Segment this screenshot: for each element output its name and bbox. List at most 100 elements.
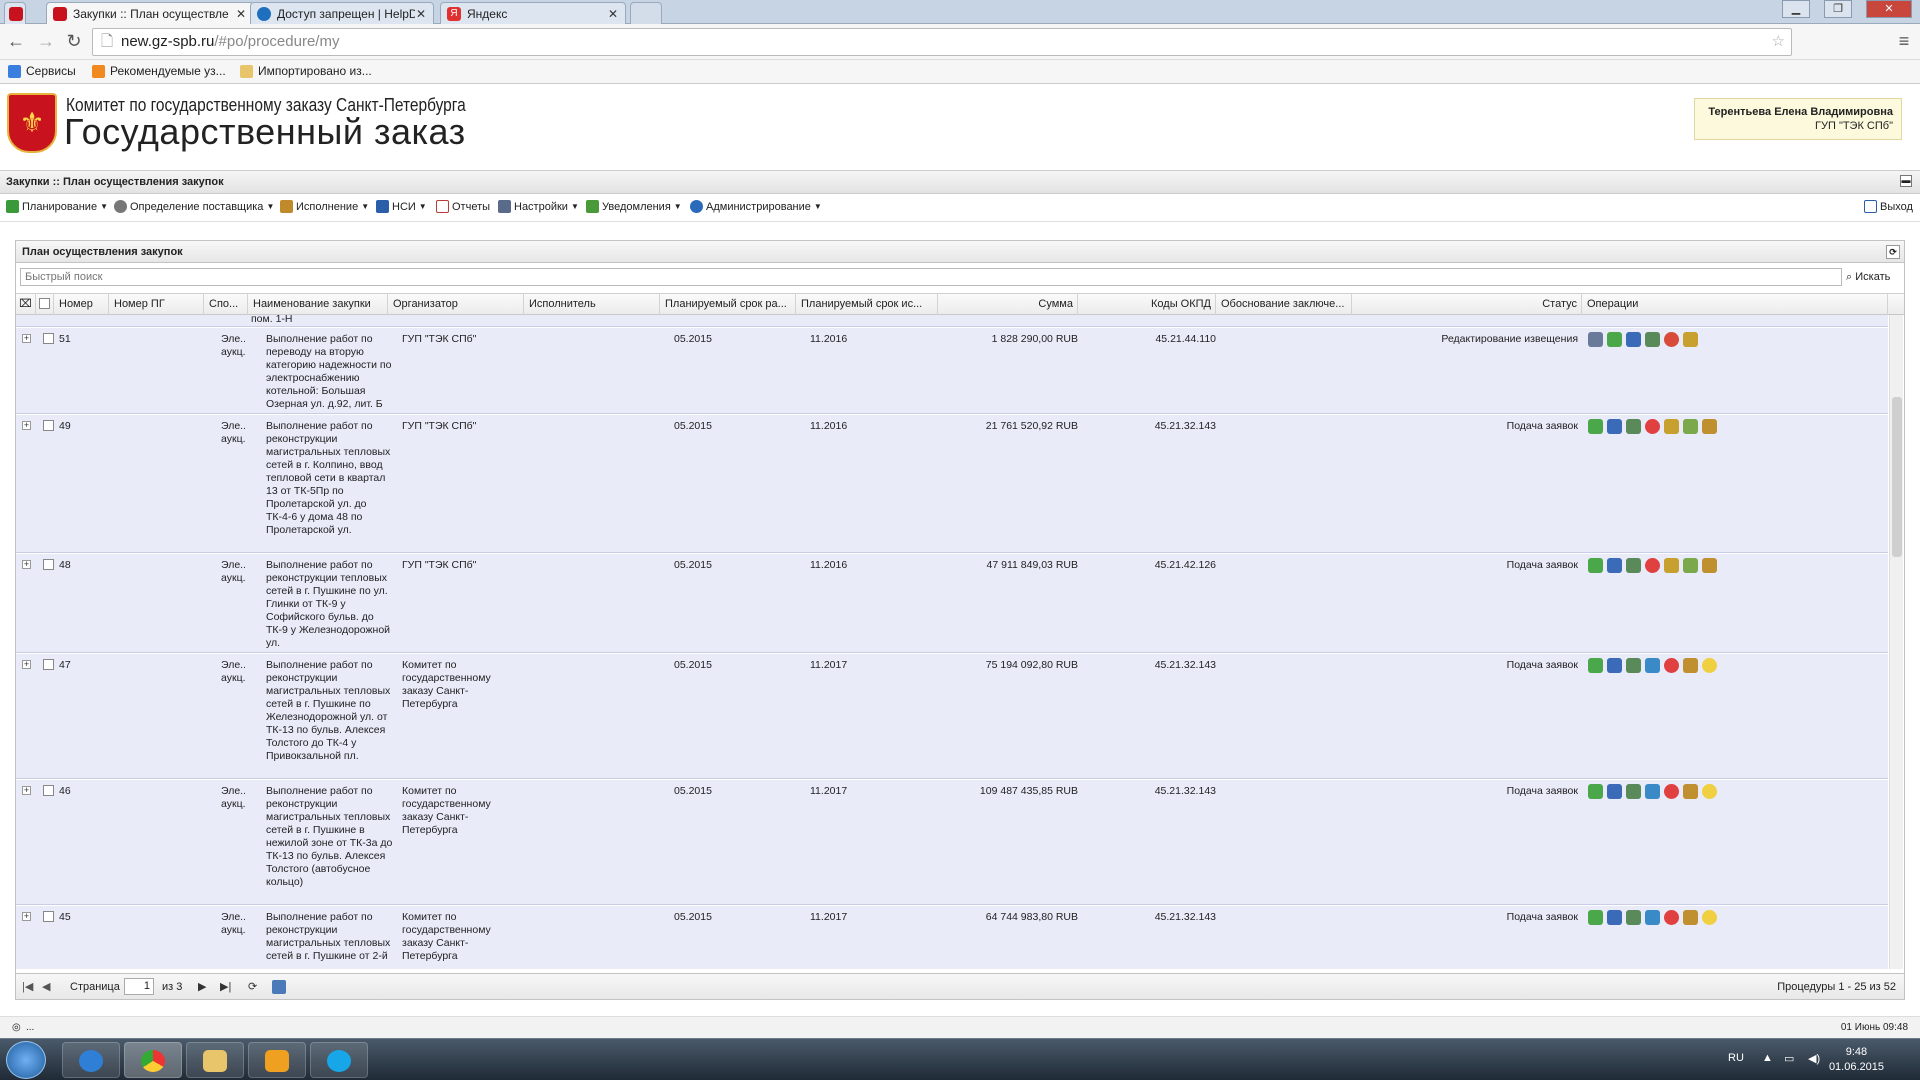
- menu-reports[interactable]: Отчеты: [436, 200, 490, 213]
- settings-icon[interactable]: [1645, 332, 1660, 347]
- col-plan-start[interactable]: Планируемый срок ра...: [660, 294, 796, 315]
- address-bar[interactable]: 🗋 new.gz-spb.ru/#po/procedure/my ☆: [92, 28, 1792, 56]
- new-tab-button[interactable]: [630, 2, 662, 24]
- next-page-icon[interactable]: ▶: [198, 980, 206, 994]
- select-all-checkbox[interactable]: [36, 294, 54, 315]
- menu-nsi[interactable]: НСИ ▼: [376, 200, 427, 213]
- tab-pinned[interactable]: [4, 2, 26, 24]
- table-row-partial[interactable]: пом. 1-Н: [16, 315, 1888, 327]
- table-row[interactable]: +47 Эле... аукц... Выполнение работ по рек…: [16, 654, 1888, 779]
- expand-row-icon[interactable]: +: [22, 560, 31, 569]
- first-page-icon[interactable]: |◀: [22, 980, 33, 994]
- map-icon[interactable]: [1645, 910, 1660, 925]
- cancel-icon[interactable]: [1664, 658, 1679, 673]
- menu-execution[interactable]: Исполнение ▼: [280, 200, 369, 213]
- settings-icon[interactable]: [1626, 784, 1641, 799]
- cancel-icon[interactable]: [1645, 558, 1660, 573]
- row-checkbox[interactable]: [43, 659, 54, 670]
- col-sum[interactable]: Сумма: [938, 294, 1078, 315]
- cancel-icon[interactable]: [1645, 419, 1660, 434]
- filter-clear-icon[interactable]: ⌧: [16, 294, 36, 315]
- publish-icon[interactable]: [1607, 332, 1622, 347]
- sun-icon[interactable]: [1702, 658, 1717, 673]
- reload-grid-icon[interactable]: ⟳: [248, 980, 257, 994]
- col-operations[interactable]: Операции: [1582, 294, 1888, 315]
- reload-icon[interactable]: ↻: [62, 30, 86, 54]
- row-checkbox[interactable]: [43, 911, 54, 922]
- expand-row-icon[interactable]: +: [22, 334, 31, 343]
- publish-icon[interactable]: [1588, 419, 1603, 434]
- stats-icon[interactable]: [1607, 784, 1622, 799]
- taskbar-chrome[interactable]: [124, 1042, 182, 1078]
- protocol-icon[interactable]: [1702, 558, 1717, 573]
- settings-icon[interactable]: [1626, 658, 1641, 673]
- settings-icon[interactable]: [1626, 910, 1641, 925]
- settings-icon[interactable]: [1626, 419, 1641, 434]
- stats-icon[interactable]: [1607, 419, 1622, 434]
- col-okpd[interactable]: Коды ОКПД: [1078, 294, 1216, 315]
- menu-settings[interactable]: Настройки ▼: [498, 200, 579, 213]
- close-tab-icon[interactable]: ✕: [415, 7, 427, 21]
- close-tab-icon[interactable]: ✕: [235, 7, 247, 21]
- stats-icon[interactable]: [1607, 558, 1622, 573]
- menu-supplier[interactable]: Определение поставщика ▼: [114, 200, 274, 213]
- col-name[interactable]: Наименование закупки: [248, 294, 388, 315]
- publish-icon[interactable]: [1588, 558, 1603, 573]
- scrollbar-thumb[interactable]: [1892, 397, 1902, 557]
- expand-row-icon[interactable]: +: [22, 912, 31, 921]
- back-icon[interactable]: ←: [4, 30, 28, 54]
- expand-row-icon[interactable]: +: [22, 421, 31, 430]
- col-status[interactable]: Статус: [1352, 294, 1582, 315]
- edit-icon[interactable]: [1588, 332, 1603, 347]
- export-icon[interactable]: [272, 980, 286, 994]
- protocol-icon[interactable]: [1683, 784, 1698, 799]
- maximize-icon[interactable]: ❐: [1824, 0, 1852, 18]
- menu-icon[interactable]: ≡: [1892, 30, 1916, 54]
- settings-icon[interactable]: [1626, 558, 1641, 573]
- row-checkbox[interactable]: [43, 785, 54, 796]
- col-number[interactable]: Номер: [54, 294, 109, 315]
- menu-admin[interactable]: Администрирование ▼: [690, 200, 822, 213]
- tab-helpdesk[interactable]: Доступ запрещен | HelpD ✕: [250, 2, 434, 24]
- network-icon[interactable]: ▭: [1784, 1052, 1794, 1065]
- logout-button[interactable]: Выход: [1864, 200, 1913, 213]
- publish-icon[interactable]: [1588, 784, 1603, 799]
- protocol-icon[interactable]: [1702, 419, 1717, 434]
- col-method[interactable]: Спо...: [204, 294, 248, 315]
- table-scrollbar[interactable]: [1889, 315, 1903, 969]
- tab-procurement[interactable]: Закупки :: План осуществле ✕: [46, 2, 254, 24]
- map-icon[interactable]: [1645, 784, 1660, 799]
- sun-icon[interactable]: [1702, 784, 1717, 799]
- col-justification[interactable]: Обоснование заключе...: [1216, 294, 1352, 315]
- map-icon[interactable]: [1645, 658, 1660, 673]
- refresh-icon[interactable]: [1664, 332, 1679, 347]
- row-checkbox[interactable]: [43, 333, 54, 344]
- col-organizer[interactable]: Организатор: [388, 294, 524, 315]
- forward-icon[interactable]: →: [34, 30, 58, 54]
- bookmark-imported[interactable]: Импортировано из...: [240, 64, 372, 78]
- document-icon[interactable]: [1683, 558, 1698, 573]
- table-row[interactable]: +45 Эле... аукц... Выполнение работ по рек…: [16, 906, 1888, 969]
- quick-search-input[interactable]: [20, 268, 1842, 286]
- table-row[interactable]: +51 Эле... аукц... Выполнение работ по пер…: [16, 328, 1888, 414]
- col-executor[interactable]: Исполнитель: [524, 294, 660, 315]
- publish-icon[interactable]: [1588, 658, 1603, 673]
- stats-icon[interactable]: [1607, 910, 1622, 925]
- language-indicator[interactable]: RU: [1728, 1052, 1744, 1064]
- prev-page-icon[interactable]: ◀: [42, 980, 50, 994]
- menu-notifications[interactable]: Уведомления ▼: [586, 200, 682, 213]
- cancel-icon[interactable]: [1664, 784, 1679, 799]
- row-checkbox[interactable]: [43, 559, 54, 570]
- protocol-icon[interactable]: [1683, 910, 1698, 925]
- row-checkbox[interactable]: [43, 420, 54, 431]
- col-plan-end[interactable]: Планируемый срок ис...: [796, 294, 938, 315]
- emblem-icon[interactable]: [1683, 332, 1698, 347]
- document-icon[interactable]: [1683, 419, 1698, 434]
- expand-row-icon[interactable]: +: [22, 660, 31, 669]
- start-button-icon[interactable]: [6, 1041, 46, 1079]
- table-row[interactable]: +46 Эле... аукц... Выполнение работ по рек…: [16, 780, 1888, 905]
- taskbar-skype[interactable]: [310, 1042, 368, 1078]
- collapse-icon[interactable]: ▬: [1900, 175, 1912, 187]
- stats-icon[interactable]: [1626, 332, 1641, 347]
- cancel-icon[interactable]: [1664, 910, 1679, 925]
